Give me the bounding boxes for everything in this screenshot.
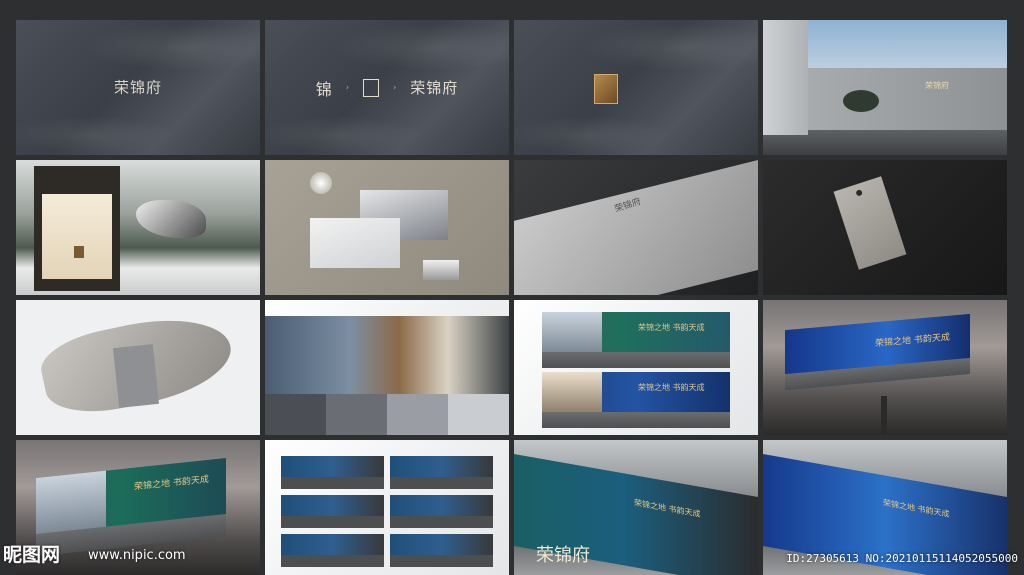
rock-sculpture [136, 200, 206, 238]
swatch-4 [448, 394, 509, 435]
slogan-a: 荣锦之地 [638, 383, 670, 392]
watermark-url[interactable]: www.nipic.com [88, 548, 186, 563]
swatch-3 [387, 394, 448, 435]
billboard-slogan: 荣锦之地 书韵天成 [634, 497, 701, 520]
lantern-panel [42, 194, 112, 279]
billboard-variant [281, 495, 384, 528]
tile-billboard-variants[interactable] [265, 440, 509, 575]
seq-brand-name: 荣锦府 [410, 79, 459, 97]
tile-brand-sequence[interactable]: 锦 › › 荣锦府 [265, 20, 509, 155]
gold-seal-icon [594, 74, 618, 104]
tile-stationery-mockup[interactable] [265, 160, 509, 295]
envelope-light [310, 218, 400, 268]
slogan-b: 书韵天成 [913, 332, 950, 346]
seq-seal-icon [363, 78, 379, 97]
brand-name: 荣锦府 [113, 78, 163, 96]
billboard-slogan: 荣锦之地 书韵天成 [638, 382, 705, 393]
billboard: 荣锦之地 书韵天成 [785, 313, 970, 391]
card-holder [423, 260, 459, 280]
business-card [112, 344, 160, 408]
mockup-grid: 荣锦府 锦 › › 荣锦府 荣锦府 荣锦府 荣锦之地 书韵天成 荣锦之地 书韵天… [16, 20, 1008, 575]
slogan-b: 书韵天成 [668, 504, 701, 519]
tile-driftwood-card[interactable] [16, 300, 260, 435]
tile-paper-emboss[interactable]: 荣锦府 [514, 160, 758, 295]
billboard-variant-grid [281, 456, 493, 567]
tile-lantern-photo[interactable] [16, 160, 260, 295]
slogan-a: 荣锦之地 [638, 323, 670, 332]
billboard-variant [390, 534, 493, 567]
stone-wall [808, 68, 1007, 130]
pine-tree-icon [843, 90, 879, 112]
billboard-slogan: 荣锦之地 书韵天成 [638, 322, 705, 333]
tag-hole-icon [855, 189, 863, 197]
slogan-b: 书韵天成 [172, 474, 209, 489]
slogan-a: 荣锦之地 [634, 498, 666, 513]
billboard-variant [281, 534, 384, 567]
arrow-icon: › [393, 83, 397, 92]
watermark-id: ID:27305613 NO:20210115114052055000 [786, 552, 1018, 565]
hoarding-logo: 荣锦府 [536, 545, 590, 566]
color-swatches [265, 394, 509, 435]
billboard-slogan: 荣锦之地 书韵天成 [883, 497, 950, 520]
lamp-icon [310, 172, 332, 194]
paper-stack [514, 160, 758, 295]
slogan-b: 书韵天成 [917, 504, 950, 519]
lantern-sign [34, 166, 120, 291]
wall-logo: 荣锦府 [925, 81, 949, 90]
lantern-seal-icon [74, 246, 84, 258]
tile-interior-palette[interactable] [265, 300, 509, 435]
swatch-1 [265, 394, 326, 435]
billboard-post [881, 396, 887, 435]
billboard-slogan: 荣锦之地 书韵天成 [875, 330, 950, 350]
brand-sequence: 锦 › › 荣锦府 [265, 76, 509, 100]
tile-billboard-designs[interactable]: 荣锦之地 书韵天成 荣锦之地 书韵天成 [514, 300, 758, 435]
white-pillar [763, 20, 808, 135]
slogan-b: 书韵天成 [672, 383, 705, 392]
billboard-variant [390, 456, 493, 489]
seq-char-1: 锦 [315, 79, 332, 99]
billboard-design-green: 荣锦之地 书韵天成 [542, 312, 730, 368]
billboard-variant [281, 456, 384, 489]
slogan-a: 荣锦之地 [875, 336, 912, 350]
billboard-slogan: 荣锦之地 书韵天成 [134, 472, 209, 493]
tile-billboard-night-blue[interactable]: 荣锦之地 书韵天成 [763, 300, 1007, 435]
slogan-a: 荣锦之地 [883, 498, 915, 513]
hang-tag [833, 176, 907, 270]
tile-seal-cover[interactable] [514, 20, 758, 155]
watermark-logo: 昵图网 [3, 544, 61, 566]
slogan-a: 荣锦之地 [134, 478, 171, 493]
slogan-b: 书韵天成 [672, 323, 705, 332]
arrow-icon: › [345, 83, 349, 92]
brand-logo: 荣锦府 [114, 76, 162, 99]
tile-entrance-wall-photo[interactable]: 荣锦府 [763, 20, 1007, 155]
billboard-stone-base [785, 357, 970, 391]
billboard-design-blue: 荣锦之地 书韵天成 [542, 372, 730, 428]
tile-hang-tag[interactable] [763, 160, 1007, 295]
tile-hoarding-wall-green[interactable]: 荣锦之地 书韵天成 荣锦府 [514, 440, 758, 575]
billboard-variant [390, 495, 493, 528]
swatch-2 [326, 394, 387, 435]
billboard-stone-base [542, 352, 730, 368]
billboard: 荣锦之地 书韵天成 [36, 458, 226, 556]
billboard-stone-base [542, 412, 730, 428]
tile-brand-cover[interactable]: 荣锦府 [16, 20, 260, 155]
interior-render [265, 316, 509, 394]
